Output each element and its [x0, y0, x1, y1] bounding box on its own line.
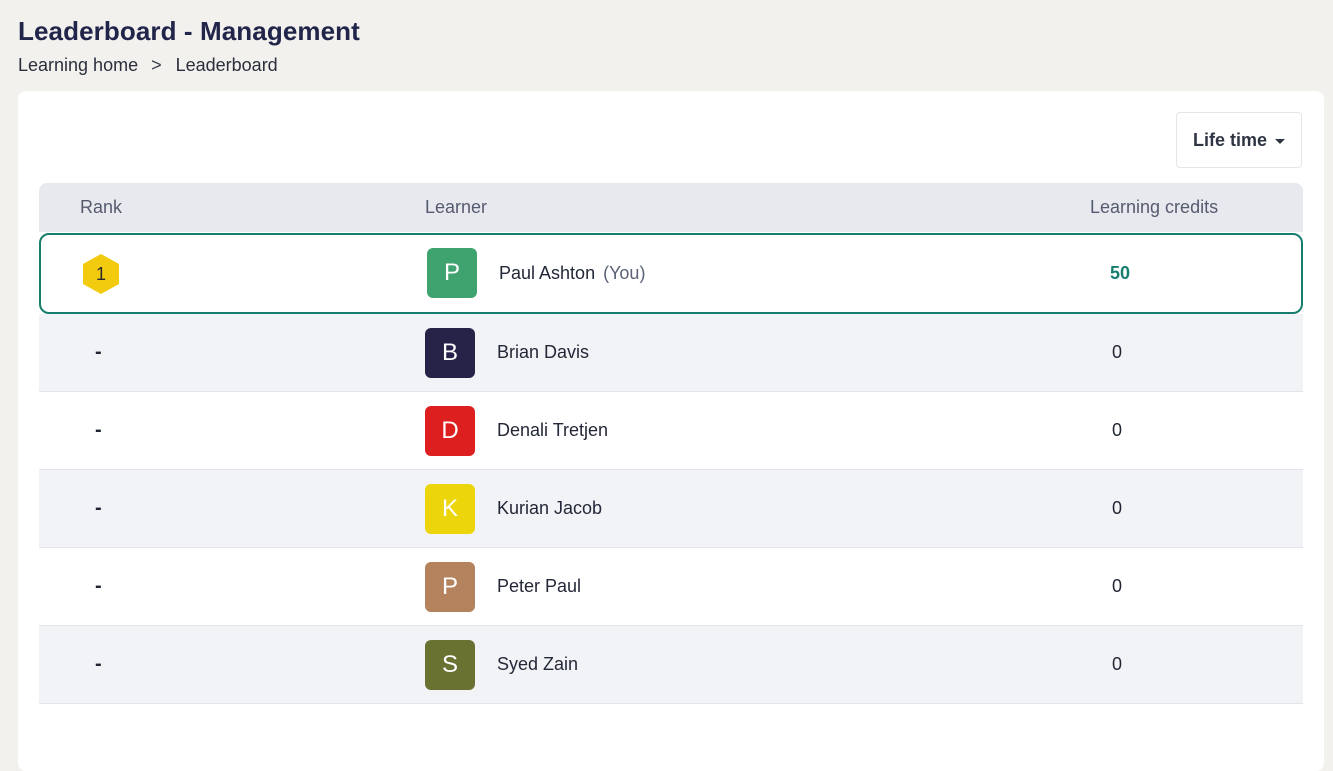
learner-name[interactable]: Brian Davis: [497, 314, 589, 391]
avatar: D: [425, 406, 475, 456]
rank-number: 1: [95, 264, 106, 284]
column-header-rank: Rank: [80, 197, 123, 217]
avatar: B: [425, 328, 475, 378]
page-title: Leaderboard - Management: [18, 16, 360, 46]
learner-name-text: Paul Ashton: [499, 263, 596, 283]
you-tag: (You): [603, 263, 646, 283]
learning-credits-value: 50: [1109, 263, 1131, 283]
learner-name[interactable]: Kurian Jacob: [497, 470, 602, 547]
learner-name[interactable]: Peter Paul: [497, 548, 581, 625]
learner-name[interactable]: Paul Ashton (You): [499, 235, 645, 311]
rank-value: -: [95, 341, 102, 363]
table-row: - K Kurian Jacob 0: [39, 470, 1303, 548]
learning-credits-value: 0: [1111, 342, 1122, 362]
avatar: K: [425, 484, 475, 534]
table-header: Rank Learner Learning credits: [39, 183, 1303, 232]
leaderboard-card: Life time Rank Learner Learning credits …: [18, 91, 1324, 771]
rank-value: -: [95, 653, 102, 675]
table-row: - S Syed Zain 0: [39, 626, 1303, 704]
breadcrumb: Learning home > Leaderboard: [18, 54, 360, 76]
avatar: P: [427, 248, 477, 298]
time-range-dropdown[interactable]: Life time: [1176, 112, 1302, 168]
learning-credits-value: 0: [1111, 420, 1122, 440]
breadcrumb-learning-home-link[interactable]: Learning home: [18, 54, 138, 76]
rank-value: -: [95, 419, 102, 441]
breadcrumb-current: Leaderboard: [175, 55, 278, 75]
learning-credits-value: 0: [1111, 498, 1122, 518]
avatar: P: [425, 562, 475, 612]
rank-badge: 1: [81, 253, 121, 295]
column-header-learning-credits: Learning credits: [1090, 197, 1219, 217]
rank-value: -: [95, 497, 102, 519]
learner-name[interactable]: Denali Tretjen: [497, 392, 608, 469]
rank-value: -: [95, 575, 102, 597]
table-row: - B Brian Davis 0: [39, 314, 1303, 392]
breadcrumb-separator: >: [151, 55, 162, 75]
time-range-label: Life time: [1192, 129, 1267, 150]
learning-credits-value: 0: [1111, 654, 1122, 674]
learner-name[interactable]: Syed Zain: [497, 626, 578, 703]
leaderboard-table: Rank Learner Learning credits 1 P Paul A…: [39, 183, 1303, 704]
table-row-current-user: 1 P Paul Ashton (You) 50: [39, 233, 1303, 314]
table-row: - D Denali Tretjen 0: [39, 392, 1303, 470]
page-header: Leaderboard - Management Learning home >…: [18, 14, 360, 76]
caret-down-icon: [1275, 138, 1285, 144]
avatar: S: [425, 640, 475, 690]
column-header-learner: Learner: [425, 197, 488, 217]
learning-credits-value: 0: [1111, 576, 1122, 596]
table-row: - P Peter Paul 0: [39, 548, 1303, 626]
